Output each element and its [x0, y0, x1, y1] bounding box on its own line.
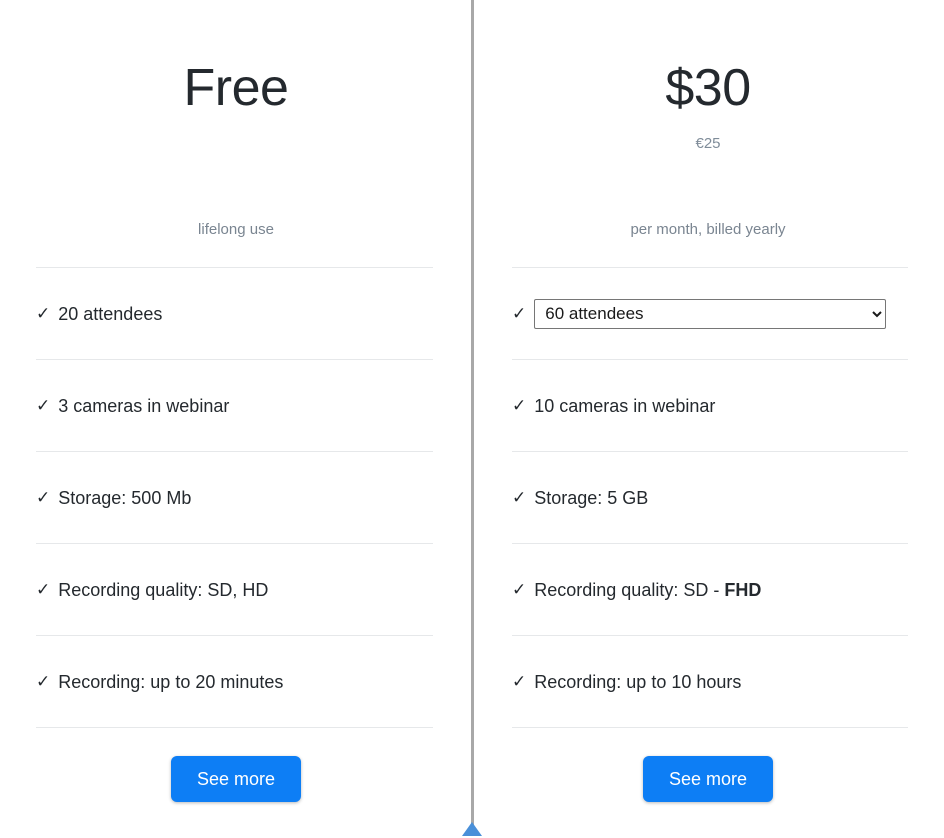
feature-label: Storage: 500 Mb	[58, 487, 192, 508]
feature-row: ✓ Storage: 5 GB	[512, 452, 908, 544]
feature-row: ✓ Recording: up to 10 hours	[512, 636, 908, 728]
feature-row: ✓ 3 cameras in webinar	[36, 360, 433, 452]
check-icon: ✓	[36, 396, 51, 415]
feature-row: ✓ Recording quality: SD - FHD	[512, 544, 908, 636]
feature-label-emphasis: FHD	[724, 579, 762, 600]
see-more-button[interactable]: See more	[170, 756, 302, 802]
column-divider	[471, 0, 474, 826]
check-icon: ✓	[36, 488, 51, 507]
plan-comparison: Free lifelong use ✓ 20 attendees ✓ 3 cam…	[0, 0, 944, 838]
plan-column-free: Free lifelong use ✓ 20 attendees ✓ 3 cam…	[0, 0, 472, 838]
cta-wrap-free: See more	[0, 728, 472, 802]
plan-note-free: lifelong use	[198, 221, 274, 238]
feature-label: 10 cameras in webinar	[534, 395, 716, 416]
feature-label: Recording: up to 20 minutes	[58, 671, 284, 692]
feature-label: Recording quality: SD, HD	[58, 579, 269, 600]
feature-list-paid: ✓ 60 attendees ✓ 10 cameras in webinar ✓…	[512, 267, 908, 728]
check-icon: ✓	[512, 304, 527, 323]
feature-row: ✓ Recording quality: SD, HD	[36, 544, 433, 636]
feature-row: ✓ 10 cameras in webinar	[512, 360, 908, 452]
feature-label: Storage: 5 GB	[534, 487, 649, 508]
feature-label: 3 cameras in webinar	[58, 395, 230, 416]
plan-price-alt-paid: €25	[695, 135, 721, 152]
check-icon: ✓	[512, 488, 527, 507]
plan-note-paid: per month, billed yearly	[630, 221, 786, 238]
plan-price-paid: $30	[665, 59, 751, 117]
plan-header-free: Free	[0, 0, 472, 203]
plan-price-free: Free	[183, 59, 289, 117]
attendees-select[interactable]: 60 attendees	[534, 298, 887, 329]
feature-row: ✓ Recording: up to 20 minutes	[36, 636, 433, 728]
cta-wrap-paid: See more	[472, 728, 944, 802]
plan-column-paid: $30 €25 per month, billed yearly ✓ 60 at…	[472, 0, 944, 838]
feature-row: ✓ Storage: 500 Mb	[36, 452, 433, 544]
check-icon: ✓	[512, 580, 527, 599]
see-more-button[interactable]: See more	[642, 756, 774, 802]
divider-drag-handle-icon[interactable]	[462, 822, 482, 836]
feature-label-text: Recording quality: SD -	[534, 579, 725, 600]
feature-row-attendees: ✓ 60 attendees	[512, 268, 908, 360]
check-icon: ✓	[36, 672, 51, 691]
feature-label: 20 attendees	[58, 303, 163, 324]
feature-row: ✓ 20 attendees	[36, 268, 433, 360]
feature-label: Recording: up to 10 hours	[534, 671, 742, 692]
check-icon: ✓	[512, 396, 527, 415]
feature-label: Recording quality: SD - FHD	[534, 578, 761, 602]
check-icon: ✓	[36, 580, 51, 599]
check-icon: ✓	[36, 304, 51, 323]
check-icon: ✓	[512, 672, 527, 691]
plan-header-paid: $30 €25	[472, 0, 944, 203]
feature-list-free: ✓ 20 attendees ✓ 3 cameras in webinar ✓ …	[36, 267, 433, 728]
